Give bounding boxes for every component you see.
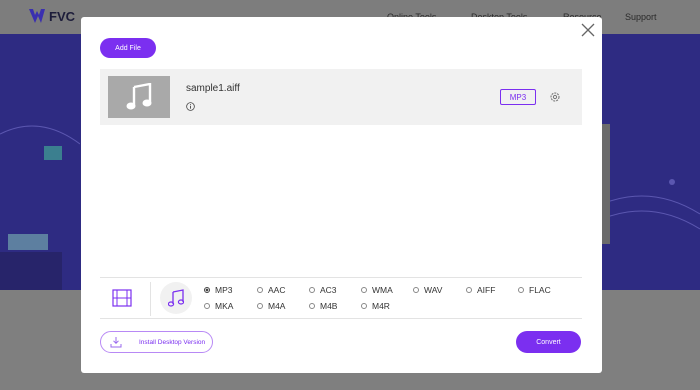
hero-illustration-right [602,124,700,244]
format-selector: MP3 AAC AC3 WMA WAV AIFF FLAC MKA M4A M4… [100,277,582,319]
format-option-wav[interactable]: WAV [413,285,442,295]
format-option-flac[interactable]: FLAC [518,285,551,295]
radio-button[interactable] [309,287,315,293]
file-list-item: sample1.aiff MP3 [100,69,582,125]
add-file-button[interactable]: Add File [100,38,156,58]
format-option-mp3[interactable]: MP3 [204,285,232,295]
convert-dialog: Add File sample1.aiff MP3 MP3 AAC AC3 WM… [81,17,602,373]
radio-button[interactable] [257,303,263,309]
radio-button[interactable] [361,303,367,309]
format-option-ac3[interactable]: AC3 [309,285,337,295]
radio-button[interactable] [257,287,263,293]
radio-button[interactable] [466,287,472,293]
format-option-m4b[interactable]: M4B [309,301,337,311]
site-logo[interactable]: FVC [28,8,75,24]
radio-button[interactable] [413,287,419,293]
logo-text: FVC [49,8,75,24]
download-icon [110,337,122,348]
logo-icon [29,9,45,23]
radio-button[interactable] [361,287,367,293]
radio-button[interactable] [309,303,315,309]
output-format-button[interactable]: MP3 [500,89,536,105]
format-option-aiff[interactable]: AIFF [466,285,495,295]
tab-divider [150,282,151,316]
file-thumbnail [108,76,170,118]
hero-illustration-left [0,125,80,290]
music-note-icon [168,289,184,307]
close-icon[interactable] [581,23,595,37]
audio-format-tab[interactable] [160,282,192,314]
format-option-wma[interactable]: WMA [361,285,393,295]
video-format-tab-icon[interactable] [112,288,132,308]
file-name: sample1.aiff [186,83,240,94]
format-option-aac[interactable]: AAC [257,285,285,295]
install-desktop-button[interactable]: Install Desktop Version [100,331,213,353]
radio-button[interactable] [204,303,210,309]
music-note-icon [126,83,152,110]
gear-icon[interactable] [549,91,561,103]
radio-button[interactable] [204,287,210,293]
format-option-mka[interactable]: MKA [204,301,233,311]
radio-button[interactable] [518,287,524,293]
nav-support[interactable]: Support [625,12,657,22]
format-option-m4r[interactable]: M4R [361,301,390,311]
convert-button[interactable]: Convert [516,331,581,353]
install-desktop-label: Install Desktop Version [139,339,206,346]
info-icon[interactable] [186,102,195,111]
format-option-m4a[interactable]: M4A [257,301,285,311]
